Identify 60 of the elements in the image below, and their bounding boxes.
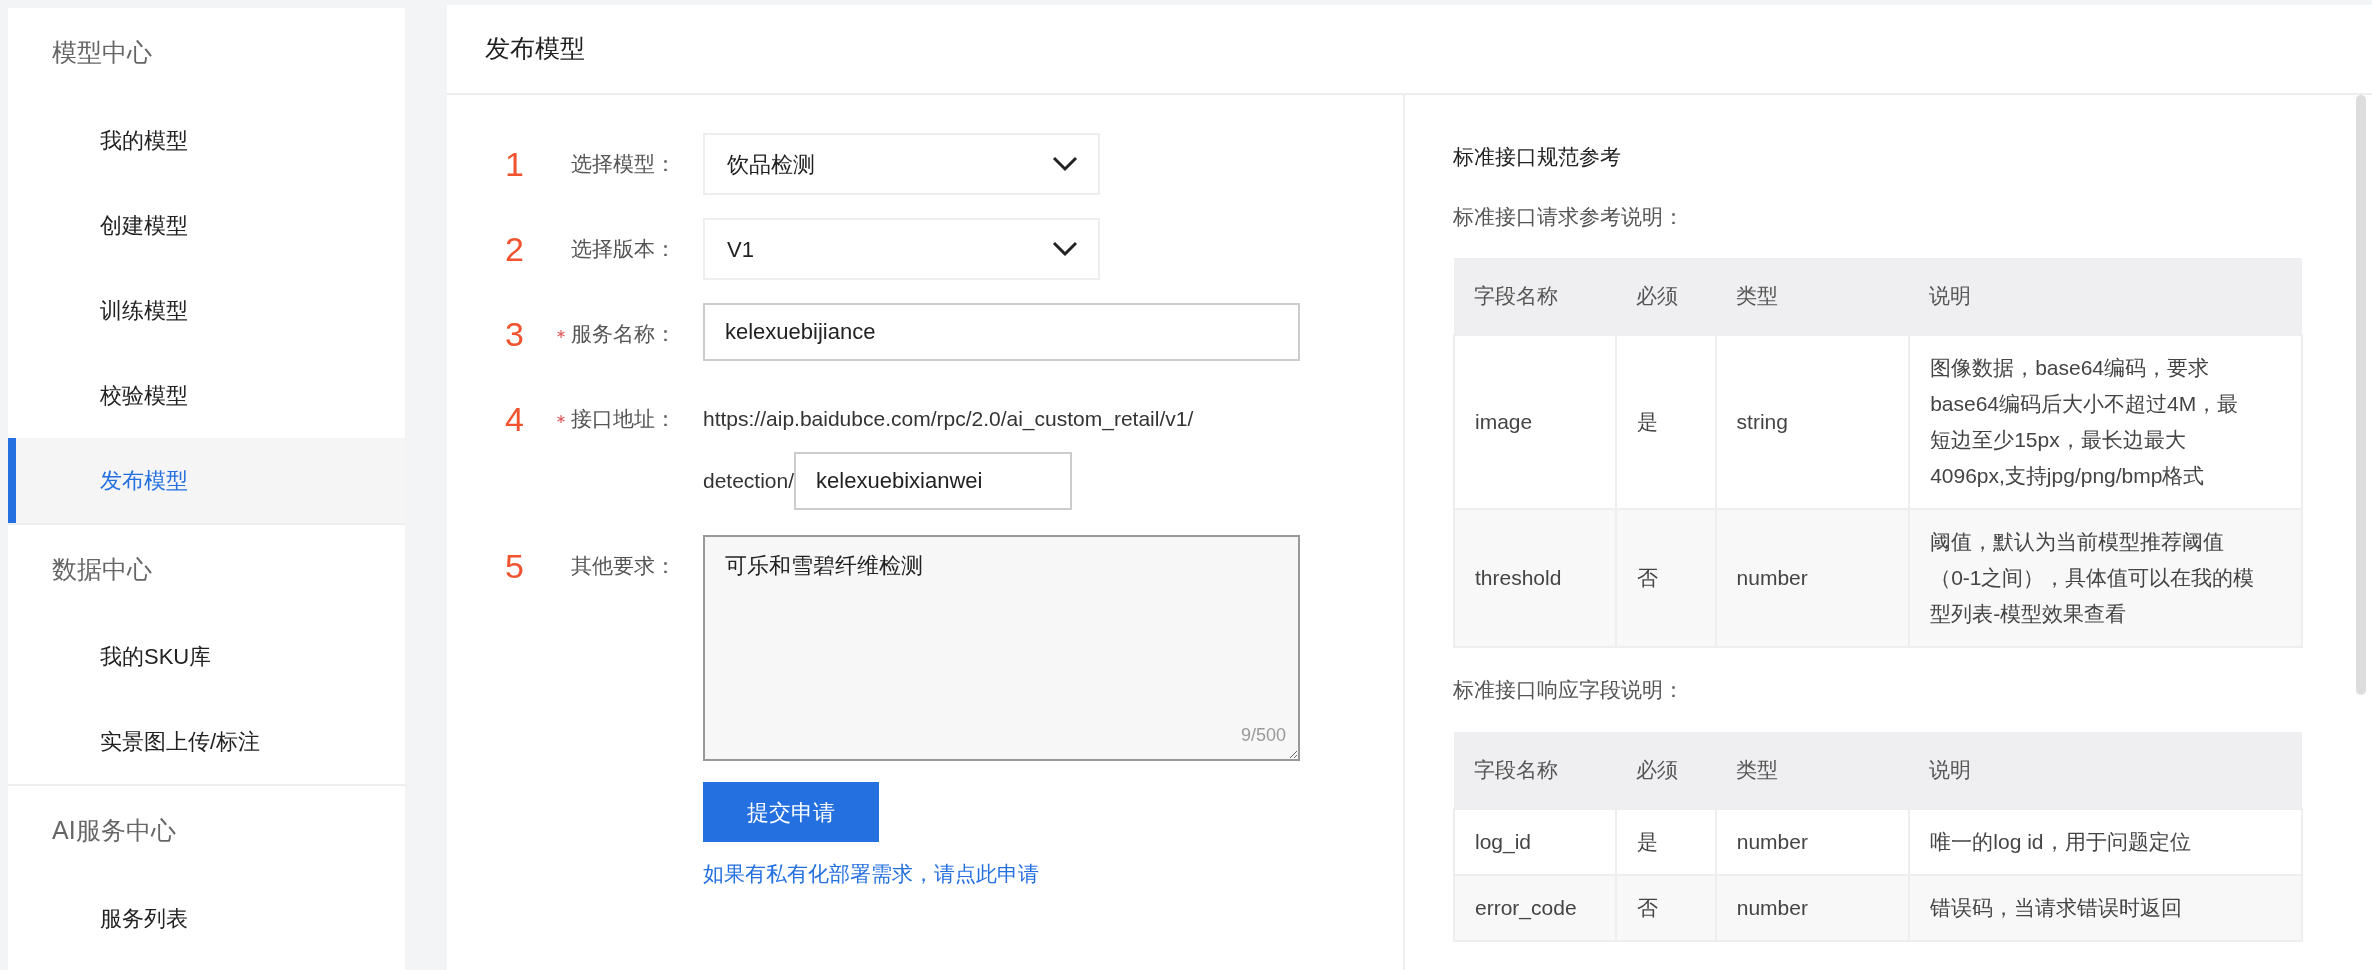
table-cell: 是 [1615,808,1716,875]
char-counter: 9/500 [1240,724,1286,747]
field-label: 选择版本： [571,236,676,262]
table-cell: threshold [1454,509,1616,647]
table-cell: 阈值，默认为当前模型推荐阈值（0-1之间），具体值可以在我的模型列表-模型效果查看 [1909,509,2302,647]
text-input[interactable]: kelexuebijiance [703,303,1300,361]
table-cell: 错误码，当请求错误时返回 [1909,874,2302,941]
sidebar-item[interactable]: 服务列表 [8,875,405,961]
table-header-cell: 说明 [1909,731,2302,809]
sidebar-group-title: AI服务中心 [51,815,177,846]
table-cell: log_id [1454,808,1616,875]
chevron-down-icon [1052,156,1078,172]
table-header-cell: 说明 [1909,258,2302,335]
table-header-cell: 必须 [1615,258,1716,335]
field-label: 选择模型： [571,151,676,177]
step-number: 5 [505,546,525,587]
required-asterisk-icon [557,330,565,338]
page-title: 发布模型 [447,5,2372,95]
table-cell: error_code [1454,874,1616,941]
submit-button[interactable]: 提交申请 [703,782,879,842]
chevron-down-icon [1052,241,1078,257]
step-number: 2 [505,229,525,270]
table-header-cell: 字段名称 [1454,258,1616,335]
sidebar-item[interactable]: 校验模型 [8,352,405,438]
text-input[interactable]: kelexuebixianwei [794,452,1073,510]
step-number: 1 [505,144,525,185]
table-cell: number [1715,509,1910,647]
required-asterisk-icon [557,415,565,423]
scrollbar-thumb[interactable] [2356,95,2366,695]
private-deploy-link[interactable]: 如果有私有化部署需求，请点此申请 [703,858,1039,890]
sidebar-group-title: 模型中心 [51,37,153,68]
table-header-cell: 字段名称 [1454,731,1616,809]
step-number: 4 [505,399,525,440]
url-prefix: detection/ [703,468,795,494]
table-caption: 标准接口请求参考说明： [1453,203,1685,230]
table-cell: image [1454,335,1616,509]
field-label: 接口地址： [571,406,676,432]
table-caption: 标准接口响应字段说明： [1453,677,1685,703]
sidebar-item[interactable]: 我的模型 [8,97,405,183]
table-cell: 否 [1615,509,1716,647]
sidebar-item[interactable]: 实景图上传/标注 [8,699,405,784]
step-number: 3 [505,314,525,355]
table-cell: number [1715,808,1910,875]
sidebar-item[interactable]: 训练模型 [8,267,405,353]
select-dropdown[interactable]: 饮品检测 [703,133,1100,195]
select-dropdown[interactable]: V1 [703,218,1100,280]
sidebar-item[interactable]: 我的SKU库 [8,614,405,699]
url-text: https://aip.baidubce.com/rpc/2.0/ai_custom_retail/v1/ [703,406,1195,433]
field-label: 服务名称： [571,321,676,347]
sidebar-group-title: 数据中心 [51,553,153,585]
field-label: 其他要求： [571,553,676,579]
section-title: 标准接口规范参考 [1453,144,1622,170]
sidebar-item[interactable]: 创建模型 [8,182,405,268]
table-header-cell: 必须 [1615,731,1716,809]
table-cell: number [1715,874,1910,941]
table-header-cell: 类型 [1715,258,1910,335]
sidebar-item[interactable]: 发布模型 [8,437,405,523]
table-cell: 唯一的log id，用于问题定位 [1909,808,2302,875]
table-cell: 否 [1615,874,1716,941]
table-header-cell: 类型 [1715,731,1910,809]
